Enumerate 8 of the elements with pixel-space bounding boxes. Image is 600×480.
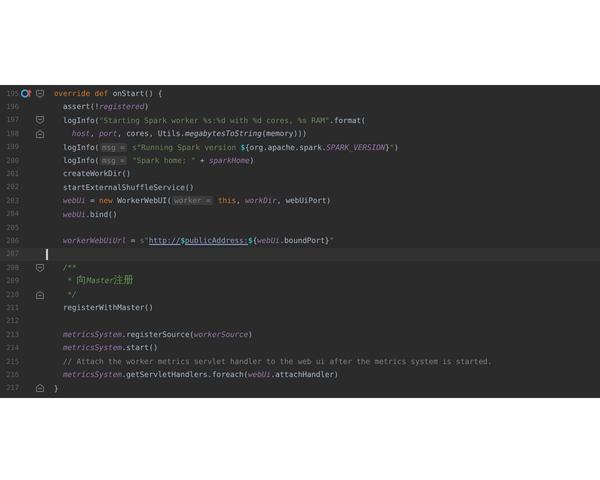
fold-marker-icon[interactable] bbox=[36, 90, 44, 98]
fold-marker-icon[interactable] bbox=[36, 264, 44, 272]
fold-marker-icon[interactable] bbox=[36, 116, 44, 124]
fold-marker-icon[interactable] bbox=[36, 384, 44, 392]
override-marker-icon[interactable] bbox=[21, 89, 32, 98]
fold-marker-icon[interactable] bbox=[36, 130, 44, 138]
fold-marker-icon[interactable] bbox=[36, 290, 44, 299]
text-cursor bbox=[46, 248, 48, 260]
